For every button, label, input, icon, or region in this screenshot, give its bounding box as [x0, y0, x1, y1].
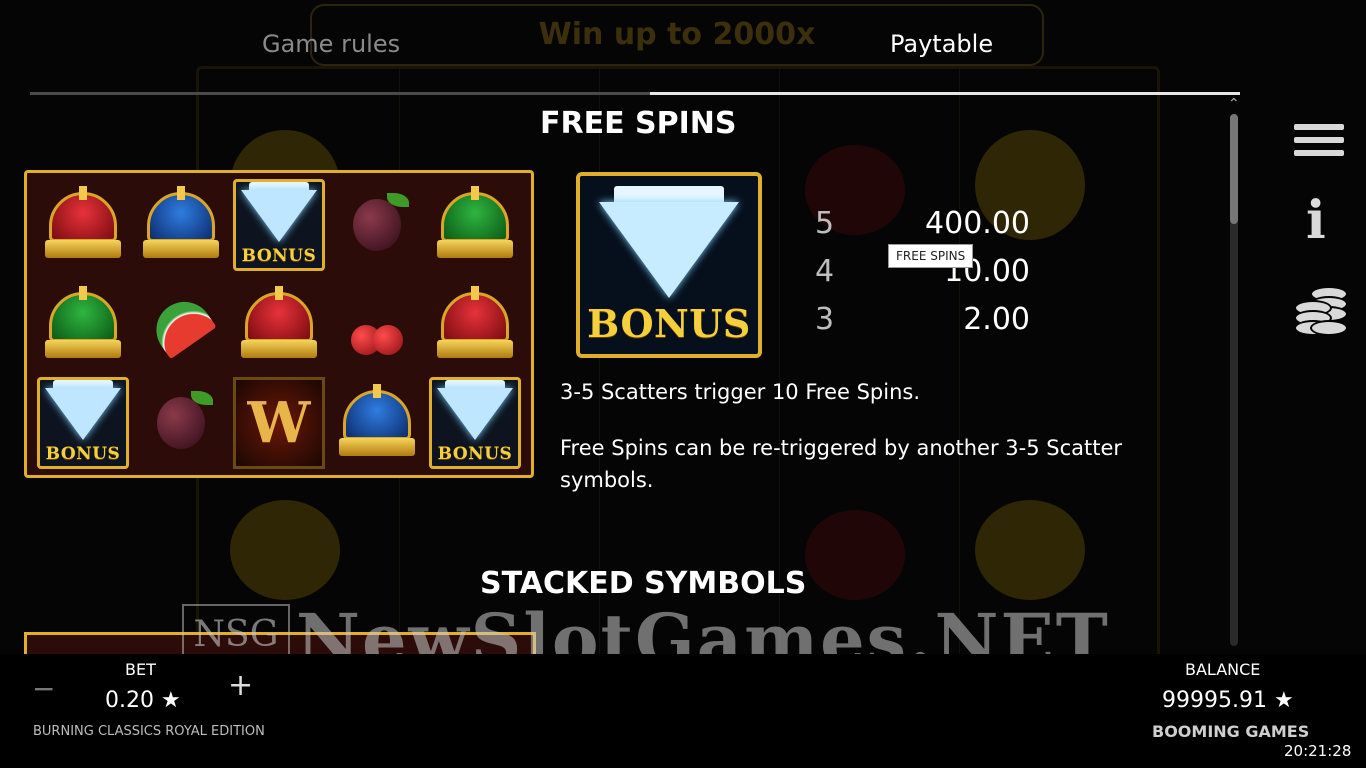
free-spins-description: 3-5 Scatters trigger 10 Free Spins.	[560, 380, 921, 404]
bonus-label: BONUS	[437, 444, 513, 464]
wild-label: W	[233, 377, 325, 469]
symbol-cherry	[329, 277, 425, 373]
stacked-symbols-title: STACKED SYMBOLS	[480, 566, 807, 601]
bet-decrease-button[interactable]: −	[32, 672, 55, 705]
tab-bar: Game rules Paytable	[0, 30, 1366, 70]
symbol-crown-green	[427, 177, 523, 273]
free-spins-retrigger-description: Free Spins can be re-triggered by anothe…	[560, 436, 1123, 492]
symbol-wild: W	[231, 375, 327, 471]
symbol-plum	[133, 375, 229, 471]
symbol-crown-red	[231, 277, 327, 373]
balance-label: BALANCE	[1185, 660, 1261, 679]
symbol-crown-red	[427, 277, 523, 373]
bonus-label: BONUS	[45, 444, 121, 464]
tab-game-rules[interactable]: Game rules	[262, 30, 400, 58]
bet-label: BET	[125, 660, 156, 679]
bet-increase-button[interactable]: +	[228, 668, 253, 703]
brand-logo: BOOMING GAMES	[1152, 722, 1310, 741]
symbol-bonus-diamond: BONUS	[427, 375, 523, 471]
payout-count: 3	[815, 302, 835, 337]
coins-icon[interactable]	[1294, 286, 1348, 342]
symbol-bonus-diamond: BONUS	[35, 375, 131, 471]
payout-value: 2.00	[963, 302, 1030, 337]
tab-paytable[interactable]: Paytable	[890, 30, 993, 58]
symbol-crown-blue	[133, 177, 229, 273]
symbol-crown-red	[35, 177, 131, 273]
symbol-watermelon	[133, 277, 229, 373]
balance-value: 99995.91 ★	[1162, 688, 1294, 713]
payout-count: 4	[815, 254, 835, 289]
symbol-crown-blue	[329, 375, 425, 471]
scrollbar-thumb[interactable]	[1230, 114, 1238, 224]
info-icon[interactable]: i	[1306, 190, 1326, 251]
payout-value: 400.00	[925, 206, 1030, 241]
free-spins-reel-example: BONUS BONUS W BONUS	[24, 170, 534, 478]
scroll-up-icon[interactable]: ⌃	[1228, 96, 1240, 112]
background-lemon	[230, 500, 340, 600]
hamburger-icon[interactable]	[1294, 124, 1344, 163]
bonus-label: BONUS	[587, 301, 751, 346]
symbol-crown-green	[35, 277, 131, 373]
background-lemon	[975, 500, 1085, 600]
bet-value: 0.20 ★	[105, 688, 181, 713]
bonus-scatter-symbol: BONUS	[576, 172, 762, 358]
free-spins-title: FREE SPINS	[540, 106, 737, 141]
tab-underline	[30, 92, 1240, 95]
clock: 20:21:28	[1284, 742, 1352, 760]
game-name: BURNING CLASSICS ROYAL EDITION	[33, 724, 265, 739]
background-cherry	[805, 510, 905, 600]
tab-active-indicator	[650, 92, 1240, 95]
payout-count: 5	[815, 206, 835, 241]
tooltip: FREE SPINS	[888, 244, 974, 268]
symbol-plum	[329, 177, 425, 273]
symbol-bonus-diamond: BONUS	[231, 177, 327, 273]
bonus-label: BONUS	[241, 246, 317, 266]
